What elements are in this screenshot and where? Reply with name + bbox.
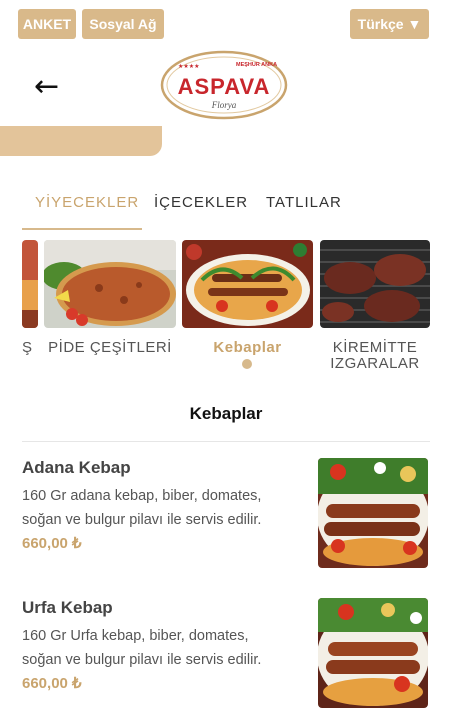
logo-brand: ASPAVA xyxy=(178,74,271,99)
section-divider xyxy=(22,441,430,442)
category-label-kebaplar[interactable]: Kebaplar xyxy=(182,340,313,356)
tab-tatlilar[interactable]: TATLILAR xyxy=(266,194,342,211)
svg-text:★★★★: ★★★★ xyxy=(178,63,200,70)
item-description: 160 Gr Urfa kebap, biber, domates, soğan… xyxy=(22,628,262,668)
item-price: 660,00 ₺ xyxy=(22,675,82,692)
active-tab-underline xyxy=(22,228,142,230)
item-name: Adana Kebap xyxy=(22,458,131,477)
top-bar: ANKET Sosyal Ağ Türkçe ▼ xyxy=(0,0,452,48)
category-image-kiremitte[interactable] xyxy=(320,240,430,328)
item-image[interactable] xyxy=(318,458,428,568)
category-label-partial[interactable]: Ş xyxy=(22,340,38,356)
tab-icecekler[interactable]: İÇECEKLER xyxy=(154,194,248,211)
category-label-kiremitte[interactable]: KİREMİTTE IZGARALAR xyxy=(320,340,430,372)
item-image[interactable] xyxy=(318,598,428,708)
item-description: 160 Gr adana kebap, biber, domates, soğa… xyxy=(22,488,262,528)
category-label-pide[interactable]: PİDE ÇEŞİTLERİ xyxy=(44,340,176,356)
category-image-kebaplar[interactable] xyxy=(182,240,313,328)
aspava-logo: ★★★★ MEŞHUR ANKA ASPAVA Florya xyxy=(160,50,288,120)
language-select[interactable]: Türkçe ▼ xyxy=(350,9,429,39)
item-price: 660,00 ₺ xyxy=(22,535,82,552)
active-category-dot xyxy=(242,359,252,369)
decorative-tab xyxy=(0,126,162,156)
category-image-partial[interactable] xyxy=(22,240,38,328)
section-title: Kebaplar xyxy=(189,404,263,423)
logo-tagline: MEŞHUR ANKA xyxy=(236,62,277,68)
menu-item[interactable]: Adana Kebap 160 Gr adana kebap, biber, d… xyxy=(22,458,430,570)
menu-item[interactable]: Urfa Kebap 160 Gr Urfa kebap, biber, dom… xyxy=(22,598,430,710)
logo-subtitle: Florya xyxy=(211,100,237,110)
item-name: Urfa Kebap xyxy=(22,598,113,617)
header: ← ★★★★ MEŞHUR ANKA ASPAVA Florya xyxy=(0,48,452,126)
back-arrow-icon[interactable]: ← xyxy=(34,72,59,102)
tab-yiyecekler[interactable]: YİYECEKLER xyxy=(35,194,139,211)
category-tabs: YİYECEKLER İÇECEKLER TATLILAR xyxy=(22,186,430,230)
category-carousel[interactable]: Ş PİDE ÇEŞİTLERİ Kebaplar KİREMİTTE IZGA… xyxy=(22,240,430,380)
category-image-pide[interactable] xyxy=(44,240,176,328)
social-network-button[interactable]: Sosyal Ağ xyxy=(82,9,164,39)
anket-button[interactable]: ANKET xyxy=(18,9,76,39)
